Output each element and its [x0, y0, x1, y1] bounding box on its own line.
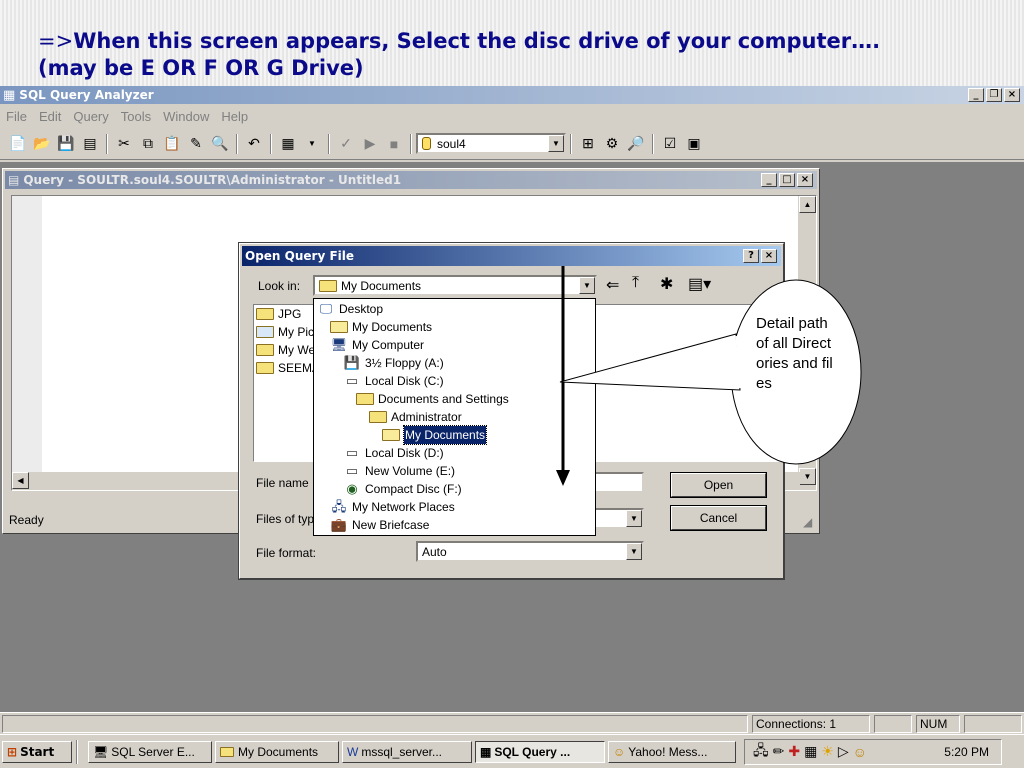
callout-text: Detail path of all Directories and files — [756, 315, 833, 392]
arrow-head — [556, 470, 570, 486]
callout-pointer — [559, 333, 741, 391]
annotation-layer — [556, 266, 862, 486]
